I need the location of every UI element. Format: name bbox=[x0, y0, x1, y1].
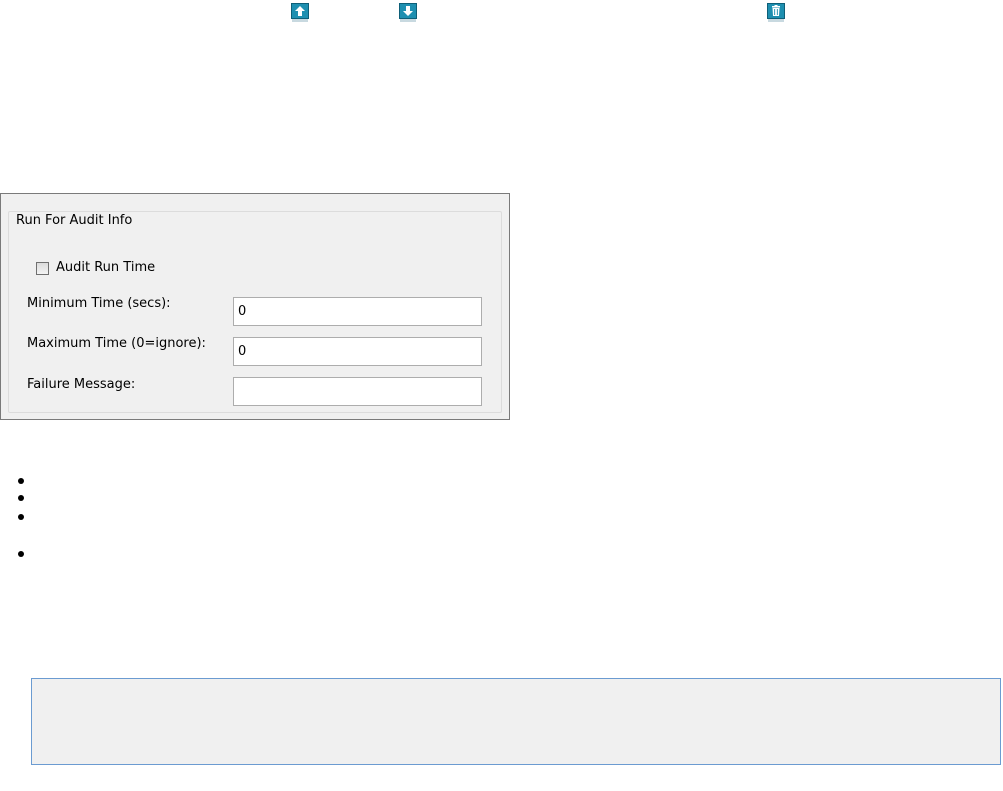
audit-settings-panel: Run For Audit Info Audit Run Time Minimu… bbox=[0, 193, 510, 420]
list-item-bullet bbox=[18, 514, 24, 520]
audit-run-time-label: Audit Run Time bbox=[56, 260, 156, 275]
group-title: Run For Audit Info bbox=[14, 213, 135, 229]
checkbox-icon[interactable] bbox=[36, 261, 49, 275]
delete-icon[interactable] bbox=[767, 3, 785, 23]
maximum-time-label: Maximum Time (0=ignore): bbox=[27, 336, 206, 351]
move-down-icon[interactable] bbox=[399, 3, 417, 23]
failure-message-input[interactable] bbox=[233, 377, 482, 406]
maximum-time-input[interactable] bbox=[233, 337, 482, 366]
move-up-icon[interactable] bbox=[291, 3, 309, 23]
list-item-bullet bbox=[18, 495, 24, 501]
audit-run-time-checkbox[interactable]: Audit Run Time bbox=[36, 260, 155, 276]
minimum-time-input[interactable] bbox=[233, 297, 482, 326]
minimum-time-label: Minimum Time (secs): bbox=[27, 296, 171, 311]
list-item-bullet bbox=[18, 478, 24, 484]
list-item-bullet bbox=[18, 551, 24, 557]
info-note-box bbox=[31, 678, 1001, 765]
failure-message-label: Failure Message: bbox=[27, 377, 136, 392]
